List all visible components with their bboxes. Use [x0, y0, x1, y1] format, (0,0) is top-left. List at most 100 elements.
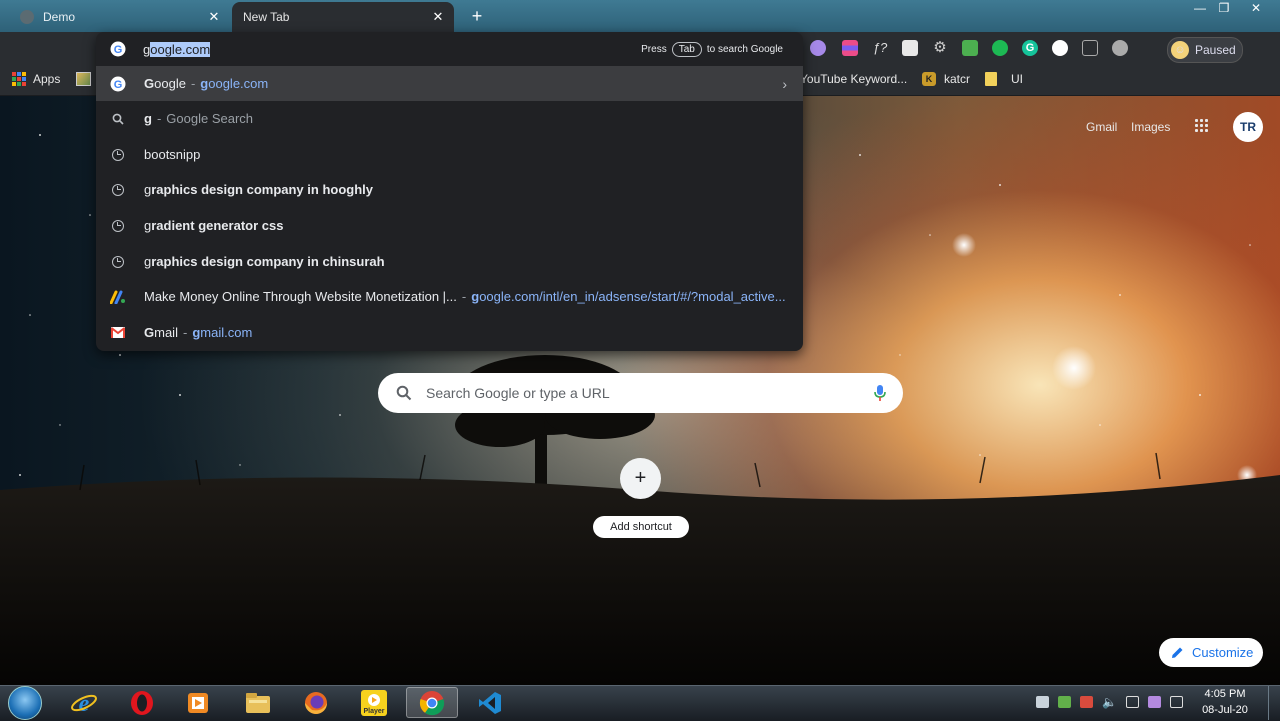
suggestion-title: oogle	[154, 76, 186, 91]
microphone-icon[interactable]	[873, 384, 887, 402]
suggestion-gmail[interactable]: Gmail - gmail.com	[96, 315, 803, 350]
history-icon	[110, 254, 126, 270]
profile-avatar-icon: ☺	[1171, 41, 1189, 59]
suggestion-prefix: g	[144, 182, 152, 197]
suggestion-title-bold: G	[144, 325, 155, 340]
suggestion-history[interactable]: bootsnipp	[96, 137, 803, 172]
adsense-icon	[110, 289, 126, 305]
bookmark-label: Apps	[33, 72, 61, 86]
firefox-icon[interactable]	[290, 687, 342, 718]
media-player-icon[interactable]	[172, 687, 224, 718]
tray-icon[interactable]	[1170, 696, 1183, 708]
show-desktop-button[interactable]	[1268, 686, 1280, 720]
start-button[interactable]	[8, 686, 42, 720]
hint-to-search: to search Google	[706, 44, 783, 55]
suggestion-title-bold: radient generator css	[151, 218, 284, 233]
omnibox-input[interactable]: G google.com Press Tab to search Google	[96, 32, 803, 66]
bookmark-katcr[interactable]: K katcr	[922, 65, 970, 93]
account-avatar[interactable]: TR	[1233, 112, 1263, 142]
suggestion-history[interactable]: g raphics design company in chinsurah	[96, 244, 803, 279]
suggestion-search[interactable]: g - Google Search	[96, 101, 803, 136]
suggestion-title: Make Money Online Through Website Moneti…	[144, 289, 457, 304]
clock-date[interactable]: 08-Jul-20	[1196, 704, 1254, 716]
chrome-icon[interactable]	[406, 687, 458, 718]
gear-extension-icon[interactable]: ⚙	[932, 40, 948, 56]
tab-close-icon[interactable]: ✕	[428, 9, 448, 25]
history-icon	[110, 218, 126, 234]
svg-text:G: G	[114, 79, 123, 91]
profile-status-label: Paused	[1195, 43, 1236, 57]
grammarly-icon[interactable]: G	[1022, 40, 1038, 56]
bookmark-label: YouTube Keyword...	[800, 72, 908, 86]
separator: -	[190, 76, 196, 91]
image-bookmark-icon	[76, 72, 91, 86]
bookmark-youtube-keyword[interactable]: YouTube Keyword...	[800, 65, 907, 93]
tray-icon[interactable]	[1126, 696, 1139, 708]
extension-icon[interactable]	[810, 40, 826, 56]
chevron-right-icon[interactable]: ›	[782, 76, 787, 92]
search-icon	[110, 111, 126, 127]
bookmark-apps[interactable]: Apps	[12, 65, 60, 93]
tray-pen-icon[interactable]	[1148, 696, 1161, 708]
google-icon: G	[110, 76, 126, 92]
extension-icon[interactable]	[842, 40, 858, 56]
separator: -	[461, 289, 467, 304]
volume-icon[interactable]: 🔈	[1102, 696, 1117, 708]
tab-favicon-icon	[20, 10, 34, 24]
google-icon: G	[110, 41, 126, 57]
new-tab-plus-icon[interactable]: +	[466, 6, 488, 26]
svg-text:G: G	[114, 44, 123, 56]
file-explorer-icon[interactable]	[232, 687, 284, 718]
tray-network-icon[interactable]	[1058, 696, 1071, 708]
customize-button[interactable]: Customize	[1159, 638, 1263, 667]
suggestion-history[interactable]: g raphics design company in hooghly	[96, 172, 803, 207]
player-icon[interactable]: Player	[348, 687, 400, 718]
images-link[interactable]: Images	[1131, 120, 1170, 134]
extension-icon[interactable]	[962, 40, 978, 56]
profile-sync-paused-button[interactable]: ☺ Paused	[1167, 37, 1243, 63]
gmail-icon	[110, 325, 126, 341]
suggestion-history[interactable]: g radient generator css	[96, 208, 803, 243]
vscode-icon[interactable]	[464, 687, 516, 718]
extension-icon[interactable]	[902, 40, 918, 56]
suggestion-prefix: g	[144, 218, 152, 233]
omnibox-autocomplete-selection: oogle.com	[150, 42, 211, 57]
history-icon	[110, 147, 126, 163]
bookmark-folder-ui[interactable]: UI	[985, 65, 1023, 93]
suggestion-google[interactable]: G Google - google.com ›	[96, 66, 803, 101]
bookmark-label: UI	[1011, 72, 1023, 86]
extension-icon[interactable]	[1112, 40, 1128, 56]
extension-icon[interactable]	[992, 40, 1008, 56]
suggestion-prefix: g	[144, 254, 152, 269]
add-shortcut-label[interactable]: Add shortcut	[593, 516, 689, 538]
camera-icon[interactable]	[1082, 40, 1098, 56]
suggestion-url: mail.com	[200, 325, 253, 340]
suggestion-title: mail	[154, 325, 178, 340]
tab-close-icon[interactable]: ✕	[204, 9, 224, 25]
close-icon[interactable]: ✕	[1236, 0, 1276, 18]
tab-demo[interactable]: Demo ✕	[6, 2, 230, 32]
gmail-link[interactable]: Gmail	[1086, 120, 1117, 134]
clock-time[interactable]: 4:05 PM	[1196, 688, 1254, 700]
bookmark-image[interactable]	[76, 65, 91, 93]
google-apps-icon[interactable]	[1195, 119, 1208, 132]
opera-icon[interactable]	[116, 687, 168, 718]
ntp-search-input[interactable]	[424, 384, 873, 402]
katcr-icon: K	[922, 72, 936, 86]
restore-icon[interactable]: ❐	[1210, 0, 1238, 18]
ntp-search-box[interactable]	[378, 373, 903, 413]
tab-new-tab[interactable]: New Tab ✕	[232, 2, 454, 32]
function-extension-icon[interactable]: ƒ?	[872, 40, 888, 56]
history-icon	[110, 182, 126, 198]
suggestion-adsense[interactable]: Make Money Online Through Website Moneti…	[96, 279, 803, 314]
extension-icon[interactable]	[1052, 40, 1068, 56]
svg-text:e: e	[79, 691, 90, 717]
tray-icon[interactable]	[1036, 696, 1049, 708]
internet-explorer-icon[interactable]: e	[58, 687, 110, 718]
add-shortcut-button[interactable]: +	[620, 458, 661, 499]
tab-to-search-hint: Press Tab to search Google	[641, 42, 783, 57]
folder-icon	[985, 72, 997, 86]
suggestion-title-bold: G	[144, 76, 155, 91]
tray-icon[interactable]	[1080, 696, 1093, 708]
omnibox-text: google.com	[143, 42, 211, 57]
